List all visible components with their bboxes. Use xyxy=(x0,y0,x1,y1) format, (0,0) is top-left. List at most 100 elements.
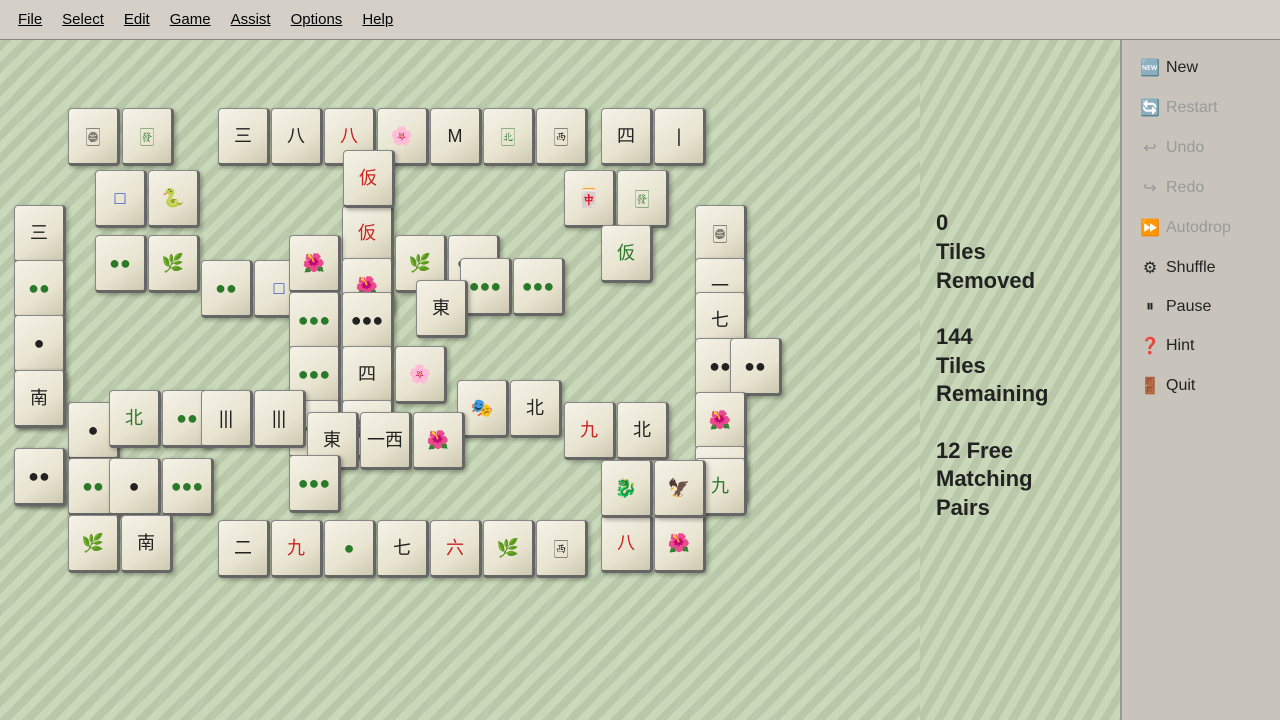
tile[interactable]: ●● xyxy=(14,260,66,318)
restart-icon: 🔄 xyxy=(1140,98,1160,118)
restart-label: Restart xyxy=(1166,99,1218,117)
pause-label: Pause xyxy=(1166,298,1211,316)
tile[interactable]: 九 xyxy=(271,520,323,578)
tile[interactable]: 北 xyxy=(510,380,562,438)
menu-help[interactable]: Help xyxy=(352,7,403,32)
tile[interactable]: 七 xyxy=(377,520,429,578)
tile[interactable]: 🀙 xyxy=(68,108,120,166)
tile[interactable]: 二 xyxy=(218,520,270,578)
tile[interactable]: 八 xyxy=(601,515,653,573)
tile[interactable]: 仮 xyxy=(342,205,394,263)
tile[interactable]: ●● xyxy=(14,448,66,506)
tile[interactable]: 九 xyxy=(564,402,616,460)
tile[interactable]: 🀙 xyxy=(695,205,747,263)
tile[interactable]: ●●● xyxy=(342,292,394,350)
tile[interactable]: 仮 xyxy=(601,225,653,283)
tile[interactable]: 🀅 xyxy=(617,170,669,228)
tiles-remaining-count: 144 xyxy=(936,323,1104,352)
tile[interactable]: ● xyxy=(14,315,66,373)
free-pairs-stat: 12 Free MatchingPairs xyxy=(936,437,1104,523)
tiles-remaining-label: TilesRemaining xyxy=(936,352,1104,409)
tile[interactable]: 🌿 xyxy=(68,515,120,573)
pause-icon: ⏸ xyxy=(1140,298,1160,316)
tile[interactable]: ●● xyxy=(95,235,147,293)
autodrop-button[interactable]: ⏩ Autodrop xyxy=(1130,210,1272,246)
redo-button[interactable]: ↪ Redo xyxy=(1130,170,1272,206)
tile[interactable]: 北 xyxy=(109,390,161,448)
tile[interactable]: ●● xyxy=(201,260,253,318)
quit-button[interactable]: 🚪 Quit xyxy=(1130,368,1272,404)
tile[interactable]: 🦅 xyxy=(654,460,706,518)
tile[interactable]: 南 xyxy=(121,515,173,573)
tile[interactable]: 🀂 xyxy=(536,520,588,578)
tile[interactable]: ●●● xyxy=(162,458,214,516)
tile[interactable]: ●●● xyxy=(289,292,341,350)
tile[interactable]: 🀅 xyxy=(122,108,174,166)
restart-button[interactable]: 🔄 Restart xyxy=(1130,90,1272,126)
tile[interactable]: 🌺 xyxy=(654,515,706,573)
quit-icon: 🚪 xyxy=(1140,376,1160,396)
new-button[interactable]: 🆕 New xyxy=(1130,50,1272,86)
tiles-removed-count: 0 xyxy=(936,209,1104,238)
tile[interactable]: 🀄 xyxy=(564,170,616,228)
undo-button[interactable]: ↩ Undo xyxy=(1130,130,1272,166)
tile[interactable]: ●●● xyxy=(513,258,565,316)
tile[interactable]: 三 xyxy=(218,108,270,166)
sidebar: 🆕 New 🔄 Restart ↩ Undo ↪ Redo ⏩ Autodrop… xyxy=(1120,40,1280,720)
tile[interactable]: 八 xyxy=(271,108,323,166)
free-pairs-count: 12 Free xyxy=(936,437,1104,466)
tile-south[interactable]: 南 xyxy=(14,370,66,428)
hint-label: Hint xyxy=(1166,337,1194,355)
tile[interactable]: ||| xyxy=(254,390,306,448)
free-pairs-label: MatchingPairs xyxy=(936,465,1104,522)
tile[interactable]: 三 xyxy=(14,205,66,263)
tile[interactable]: 東 xyxy=(416,280,468,338)
tile[interactable]: 🌿 xyxy=(483,520,535,578)
tile[interactable]: 🐉 xyxy=(601,460,653,518)
tile[interactable]: 🌸 xyxy=(395,346,447,404)
menu-file[interactable]: File xyxy=(8,7,52,32)
tile[interactable]: □ xyxy=(95,170,147,228)
tile[interactable]: 🐍 xyxy=(148,170,200,228)
redo-label: Redo xyxy=(1166,179,1204,197)
tile[interactable]: 四 xyxy=(342,346,394,404)
menubar: File Select Edit Game Assist Options Hel… xyxy=(0,0,1280,40)
tile[interactable]: ●●● xyxy=(289,455,341,513)
tile[interactable]: 一西 xyxy=(360,412,412,470)
tile[interactable]: ||| xyxy=(201,390,253,448)
tile[interactable]: M xyxy=(430,108,482,166)
tiles-removed-stat: 0 TilesRemoved xyxy=(936,209,1104,295)
shuffle-button[interactable]: ⚙ Shuffle xyxy=(1130,250,1272,286)
shuffle-icon: ⚙ xyxy=(1140,258,1160,278)
menu-assist[interactable]: Assist xyxy=(221,7,281,32)
tile[interactable]: 仮 xyxy=(343,150,395,208)
tile[interactable]: ●● xyxy=(730,338,782,396)
menu-edit[interactable]: Edit xyxy=(114,7,160,32)
tile[interactable]: | xyxy=(654,108,706,166)
tile[interactable]: 🌺 xyxy=(695,392,747,450)
tile[interactable]: 🌺 xyxy=(413,412,465,470)
tile[interactable]: 🌺 xyxy=(289,235,341,293)
tile[interactable]: ● xyxy=(324,520,376,578)
shuffle-label: Shuffle xyxy=(1166,259,1216,277)
tile[interactable]: 六 xyxy=(430,520,482,578)
tile[interactable]: 北 xyxy=(617,402,669,460)
tile[interactable]: 🀃 xyxy=(483,108,535,166)
game-board[interactable]: 🀙 🀅 三 八 八 🌸 M 🀃 🀂 四 | 三 □ 🐍 仮 仮 🀄 🀅 仮 🀙 … xyxy=(0,40,920,720)
tiles-removed-label: TilesRemoved xyxy=(936,238,1104,295)
tile[interactable]: 🌿 xyxy=(148,235,200,293)
menu-options[interactable]: Options xyxy=(281,7,353,32)
tile[interactable]: 🀂 xyxy=(536,108,588,166)
quit-label: Quit xyxy=(1166,377,1195,395)
redo-icon: ↪ xyxy=(1140,178,1160,198)
menu-game[interactable]: Game xyxy=(160,7,221,32)
tile[interactable]: ● xyxy=(109,458,161,516)
new-icon: 🆕 xyxy=(1140,58,1160,78)
tiles-remaining-stat: 144 TilesRemaining xyxy=(936,323,1104,409)
new-label: New xyxy=(1166,59,1198,77)
hint-button[interactable]: ❓ Hint xyxy=(1130,328,1272,364)
tile[interactable]: 四 xyxy=(601,108,653,166)
pause-button[interactable]: ⏸ Pause xyxy=(1130,290,1272,324)
undo-label: Undo xyxy=(1166,139,1204,157)
menu-select[interactable]: Select xyxy=(52,7,114,32)
